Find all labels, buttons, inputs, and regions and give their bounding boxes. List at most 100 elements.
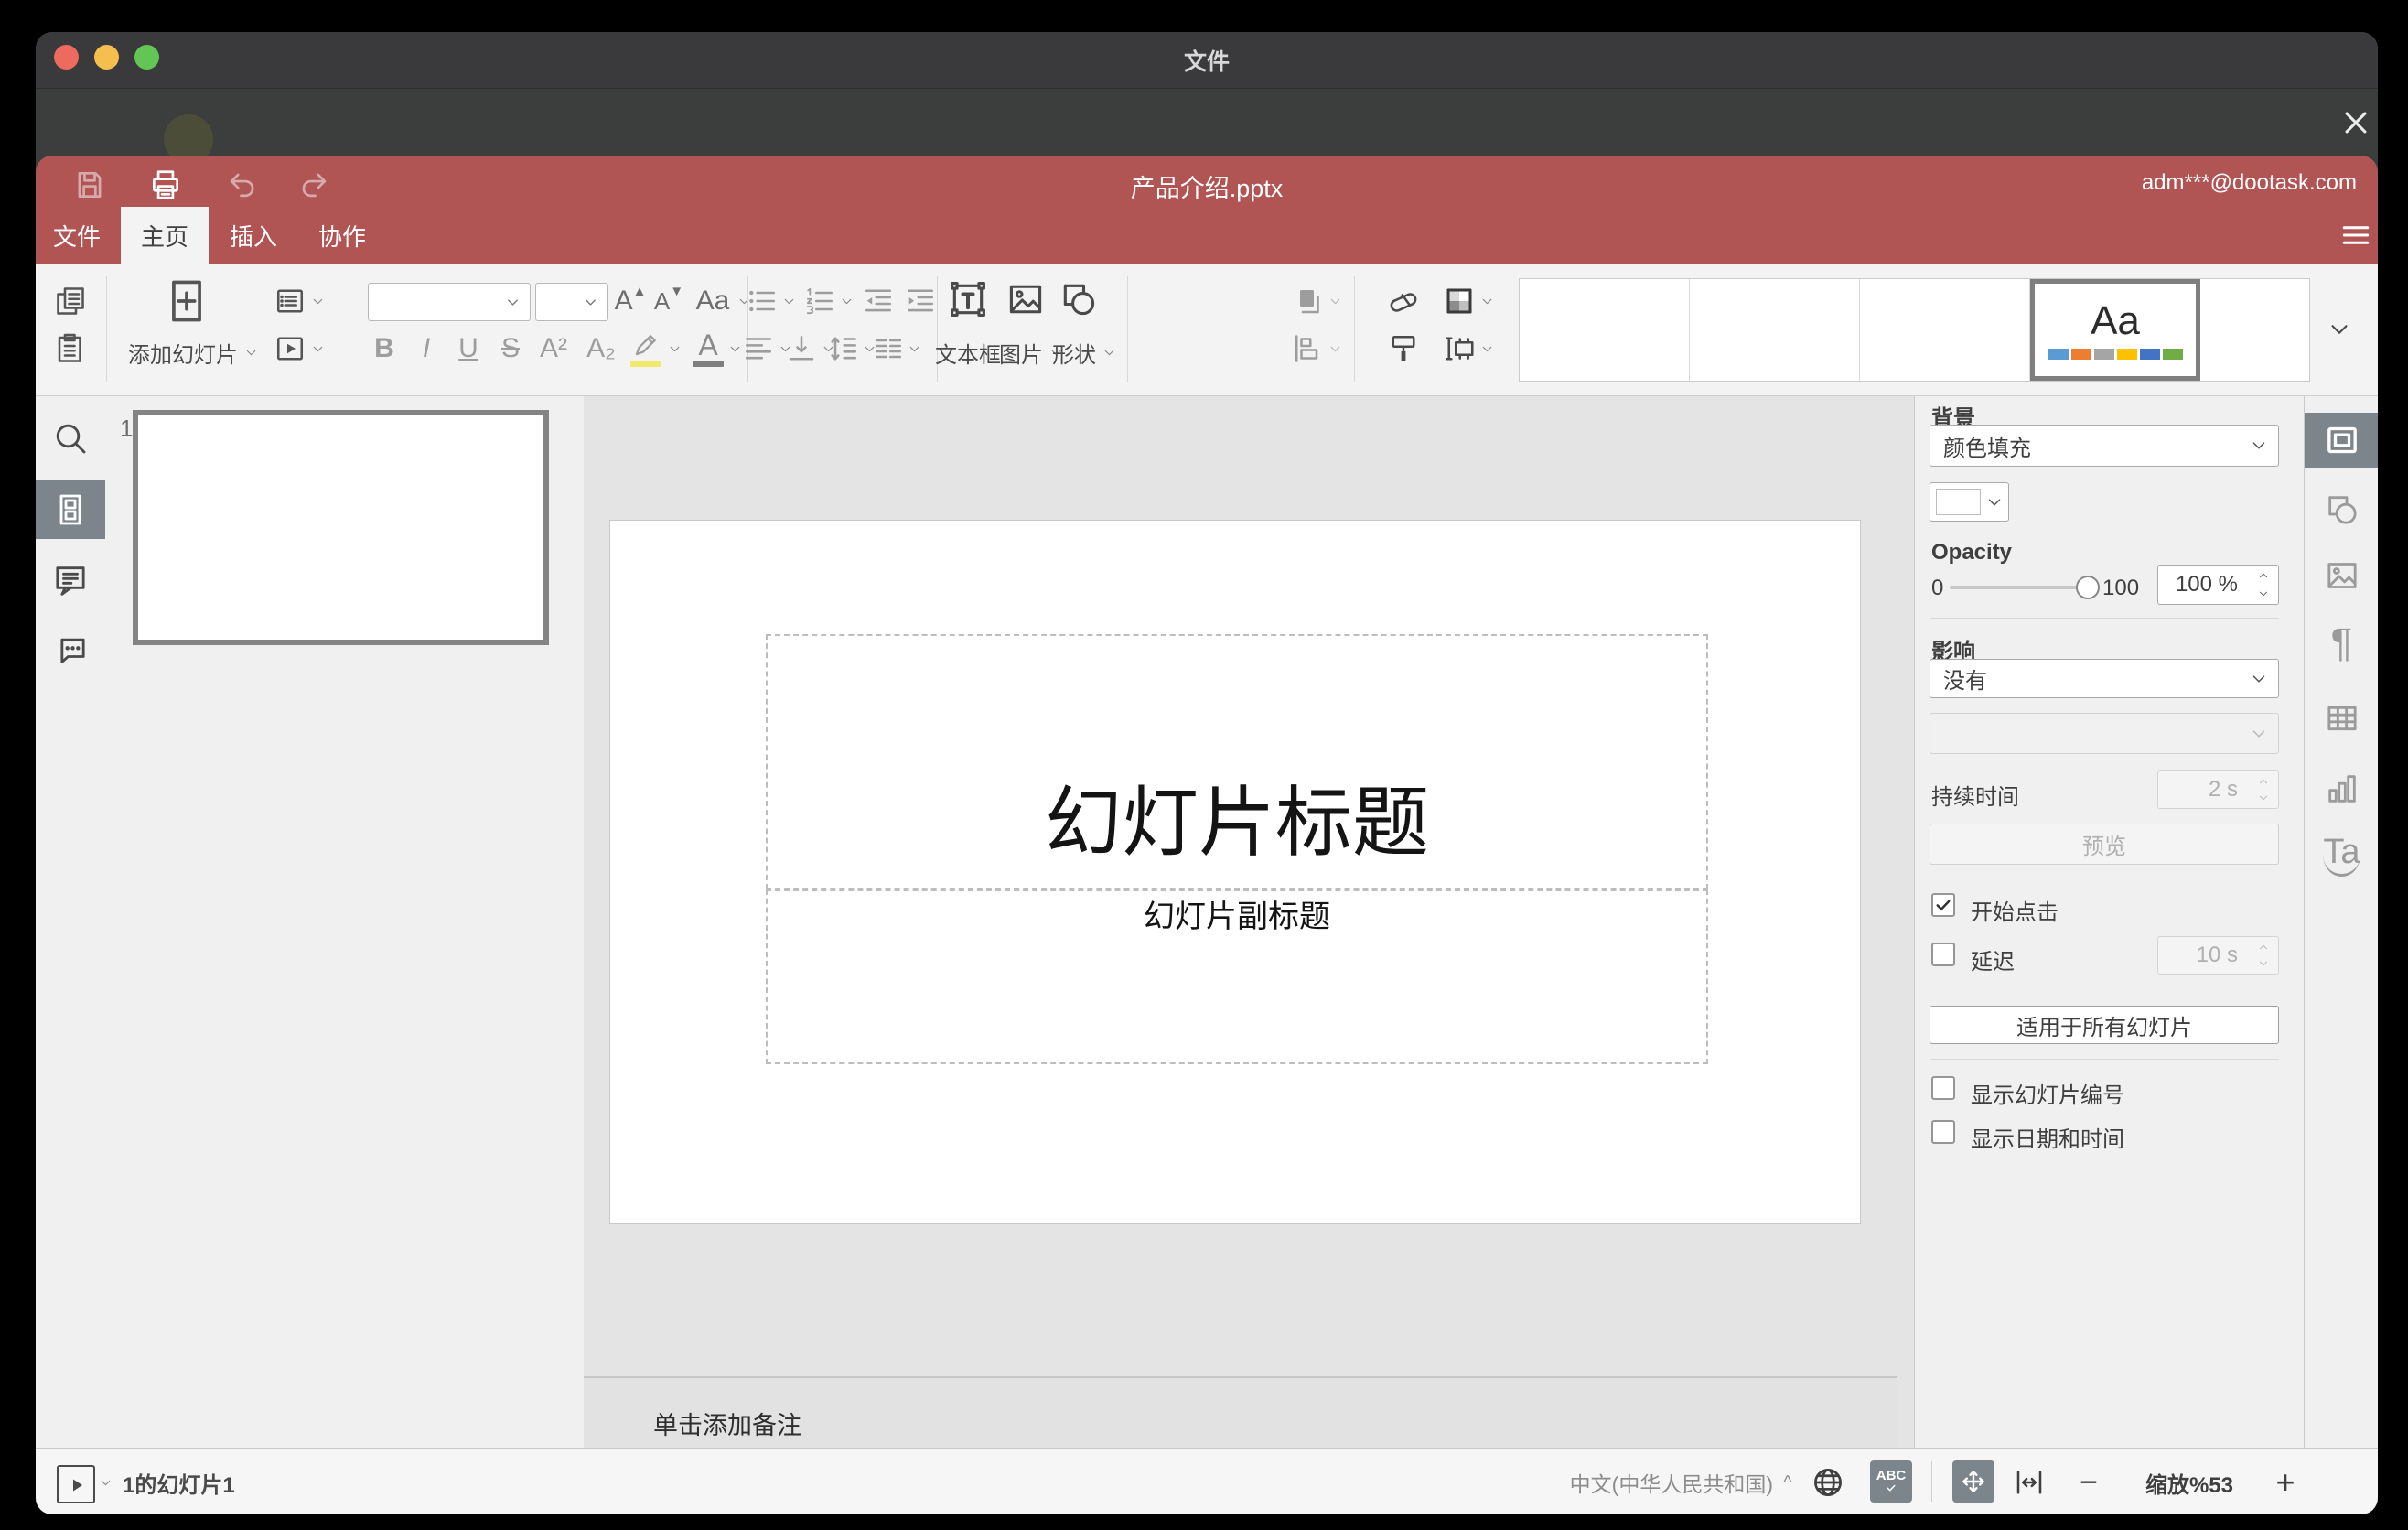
text-box-icon[interactable] bbox=[947, 275, 989, 323]
slide-canvas[interactable]: 幻灯片标题 幻灯片副标题 bbox=[609, 520, 1861, 1224]
zoom-in-button[interactable]: + bbox=[2268, 1463, 2303, 1501]
align-shape-chevron-icon[interactable] bbox=[1328, 341, 1343, 357]
chart-settings-icon[interactable] bbox=[2305, 761, 2378, 816]
effect-type-select[interactable] bbox=[1930, 713, 2279, 754]
background-color-swatch[interactable] bbox=[1930, 482, 2009, 522]
text-art-settings-icon[interactable]: Ta bbox=[2305, 827, 2378, 882]
increase-indent-icon[interactable] bbox=[903, 284, 938, 318]
spell-check-icon[interactable]: ABC bbox=[1870, 1460, 1912, 1503]
italic-icon[interactable]: I bbox=[409, 331, 444, 366]
slide-size-chevron-icon[interactable] bbox=[1479, 341, 1495, 357]
font-size-combo[interactable] bbox=[535, 283, 608, 321]
select-tool-icon[interactable] bbox=[1386, 331, 1421, 366]
opacity-spinner-arrows[interactable] bbox=[2256, 569, 2271, 600]
start-slideshow-status-icon[interactable] bbox=[57, 1465, 95, 1503]
paste-icon[interactable] bbox=[50, 329, 91, 369]
subtitle-placeholder[interactable]: 幻灯片副标题 bbox=[766, 889, 1708, 1064]
horizontal-align-icon[interactable] bbox=[741, 331, 776, 366]
duration-spinner[interactable]: 2 s bbox=[2157, 770, 2279, 809]
delay-spinner-arrows[interactable] bbox=[2256, 941, 2271, 970]
vertical-align-icon[interactable] bbox=[784, 331, 819, 366]
font-color-icon[interactable]: A bbox=[691, 328, 726, 362]
tab-insert[interactable]: 插入 bbox=[224, 207, 283, 264]
shape-settings-icon[interactable] bbox=[2305, 482, 2378, 537]
slide-title-text[interactable]: 幻灯片标题 bbox=[768, 782, 1706, 863]
strikethrough-icon[interactable]: S bbox=[493, 331, 528, 366]
theme-tile[interactable] bbox=[2200, 279, 2307, 381]
align-shape-icon[interactable] bbox=[1291, 331, 1326, 366]
notes-area[interactable]: 单击添加备注 bbox=[584, 1378, 1897, 1448]
chat-icon[interactable] bbox=[36, 620, 105, 679]
shape-button[interactable]: 形状 bbox=[1052, 337, 1117, 369]
zoom-out-button[interactable]: − bbox=[2071, 1465, 2106, 1500]
color-scheme-chevron-icon[interactable] bbox=[1479, 294, 1495, 309]
slideshow-mode-chevron-icon[interactable] bbox=[98, 1475, 113, 1491]
paragraph-settings-icon[interactable]: ¶ bbox=[2305, 616, 2378, 671]
title-placeholder[interactable]: 幻灯片标题 bbox=[766, 634, 1708, 889]
apply-to-all-slides-button[interactable]: 适用于所有幻灯片 bbox=[1930, 1006, 2279, 1044]
slide-thumbnail[interactable] bbox=[133, 410, 549, 645]
line-spacing-icon[interactable] bbox=[826, 331, 861, 366]
font-decrease-icon[interactable]: A ▼ bbox=[650, 283, 687, 319]
zoom-level[interactable]: 缩放%53 bbox=[2131, 1465, 2248, 1500]
theme-tile[interactable] bbox=[1860, 279, 2030, 381]
bullets-icon[interactable] bbox=[745, 284, 779, 318]
change-case-icon[interactable]: Aa bbox=[691, 283, 735, 319]
image-settings-icon[interactable] bbox=[2305, 548, 2378, 603]
comments-icon[interactable] bbox=[36, 551, 105, 609]
tab-collaboration[interactable]: 协作 bbox=[313, 207, 371, 264]
slide-layout-chevron-icon[interactable] bbox=[310, 294, 326, 309]
shape-icon[interactable] bbox=[1058, 275, 1100, 323]
color-scheme-icon[interactable] bbox=[1442, 284, 1477, 318]
opacity-value-spinner[interactable]: 100 % bbox=[2157, 565, 2279, 605]
slide-settings-icon[interactable] bbox=[2305, 413, 2378, 468]
preview-button[interactable]: 预览 bbox=[1930, 824, 2279, 865]
decrease-indent-icon[interactable] bbox=[861, 284, 896, 318]
table-settings-icon[interactable] bbox=[2305, 691, 2378, 746]
fit-to-slide-icon[interactable] bbox=[1952, 1460, 1994, 1503]
start-on-click-checkbox[interactable] bbox=[1931, 893, 1955, 917]
document-language-icon[interactable] bbox=[1809, 1463, 1847, 1502]
notes-placeholder-text[interactable]: 单击添加备注 bbox=[653, 1406, 801, 1441]
theme-tile[interactable] bbox=[1520, 279, 1690, 381]
arrange-shape-chevron-icon[interactable] bbox=[1328, 294, 1343, 309]
subscript-icon[interactable]: A₂ bbox=[583, 331, 619, 366]
background-fill-select[interactable]: 颜色填充 bbox=[1930, 425, 2279, 467]
highlight-color-icon[interactable] bbox=[629, 328, 663, 362]
add-slide-icon[interactable] bbox=[162, 275, 211, 327]
bullets-chevron-icon[interactable] bbox=[781, 294, 797, 309]
menu-hamburger-icon[interactable] bbox=[2335, 216, 2377, 254]
fit-to-width-icon[interactable] bbox=[2010, 1463, 2048, 1502]
bold-icon[interactable]: B bbox=[367, 331, 402, 366]
show-date-time-checkbox[interactable] bbox=[1931, 1120, 1955, 1144]
slide-layout-icon[interactable] bbox=[270, 281, 310, 321]
slide-subtitle-text[interactable]: 幻灯片副标题 bbox=[768, 899, 1706, 935]
slides-panel-icon[interactable] bbox=[36, 480, 105, 539]
clear-style-icon[interactable] bbox=[1386, 284, 1421, 318]
underline-icon[interactable]: U bbox=[451, 331, 486, 366]
image-icon[interactable] bbox=[1005, 275, 1047, 323]
copy-icon[interactable] bbox=[50, 281, 91, 321]
delay-spinner[interactable]: 10 s bbox=[2157, 936, 2279, 975]
show-slide-number-checkbox[interactable] bbox=[1931, 1076, 1955, 1100]
numbering-icon[interactable] bbox=[802, 284, 837, 318]
numbering-chevron-icon[interactable] bbox=[839, 294, 855, 309]
theme-gallery-expand-icon[interactable] bbox=[2316, 306, 2363, 353]
theme-tile-selected[interactable]: Aa bbox=[2030, 279, 2200, 381]
font-increase-icon[interactable]: A ▲ bbox=[612, 283, 649, 319]
start-slideshow-chevron-icon[interactable] bbox=[310, 341, 326, 357]
effect-select[interactable]: 没有 bbox=[1930, 659, 2279, 698]
tab-home[interactable]: 主页 bbox=[121, 207, 209, 264]
tab-file[interactable]: 文件 bbox=[48, 207, 106, 264]
opacity-slider-thumb[interactable] bbox=[2076, 576, 2100, 599]
add-slide-button[interactable]: 添加幻灯片 bbox=[128, 337, 259, 369]
slide-size-icon[interactable] bbox=[1442, 331, 1477, 366]
opacity-slider-track[interactable] bbox=[1950, 586, 2089, 589]
highlight-chevron-icon[interactable] bbox=[667, 341, 683, 357]
language-selector[interactable]: 中文(中华人民共和国) bbox=[1568, 1465, 1773, 1500]
text-box-button[interactable]: 文本框 bbox=[935, 337, 1001, 369]
delay-checkbox[interactable] bbox=[1931, 943, 1955, 966]
start-slideshow-icon[interactable] bbox=[270, 329, 310, 369]
superscript-icon[interactable]: A² bbox=[535, 331, 572, 366]
search-icon[interactable] bbox=[36, 409, 105, 468]
